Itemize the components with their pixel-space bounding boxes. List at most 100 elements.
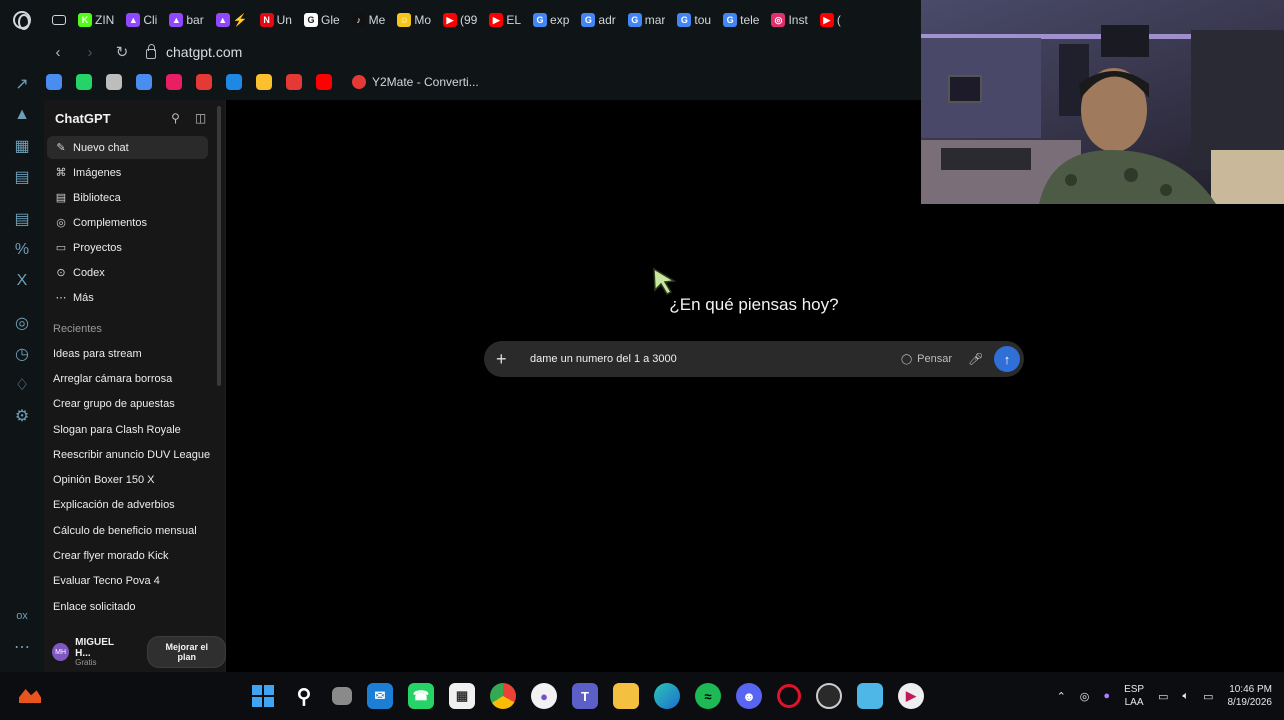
attach-plus-icon[interactable]: + [496, 349, 514, 370]
sidebar-nav-item[interactable]: ⊙ Codex [47, 261, 208, 284]
percent-icon[interactable]: % [12, 240, 32, 260]
obs-icon[interactable] [816, 683, 842, 709]
task-view-icon[interactable] [332, 687, 352, 705]
stats-icon[interactable]: ▤ [12, 167, 32, 187]
user-block[interactable]: MIGUEL H... Gratis [75, 637, 129, 668]
recent-chat-item[interactable]: Cálculo de beneficio mensual [44, 518, 225, 543]
bookmark-icon[interactable] [316, 74, 332, 90]
chevron-up-icon[interactable]: ⌃ [1057, 690, 1066, 703]
browser-tab[interactable]: ♪ Me [346, 7, 392, 33]
bookmark-icon[interactable] [256, 74, 272, 90]
prompt-input[interactable]: dame un numero del 1 a 3000 [530, 353, 901, 365]
history-icon[interactable]: ◷ [12, 344, 32, 364]
discord-icon[interactable]: ☻ [736, 683, 762, 709]
tab-workspace[interactable] [46, 7, 72, 33]
recent-chat-item[interactable]: Slogan para Clash Royale [44, 417, 225, 442]
browser-tab[interactable]: ◎ Inst [765, 7, 813, 33]
volume-icon[interactable]: 🔈︎ [1182, 690, 1189, 703]
sidebar-nav-item[interactable]: ◎ Complementos [47, 211, 208, 234]
opera-logo-icon[interactable] [8, 6, 36, 34]
teams-icon[interactable]: T [572, 683, 598, 709]
mail-icon[interactable]: ✉ [367, 683, 393, 709]
recent-chat-item[interactable]: Enlace solicitado [44, 594, 225, 619]
ox-icon[interactable]: ox [12, 606, 32, 626]
recent-chat-item[interactable]: Explicación de adverbios [44, 493, 225, 518]
browser-tab[interactable]: ☺ Mo [391, 7, 437, 33]
bookmark-icon[interactable] [226, 74, 242, 90]
sidebar-nav-item[interactable]: ✎ Nuevo chat [47, 136, 208, 159]
chrome-icon[interactable] [490, 683, 516, 709]
notepad-icon[interactable] [857, 683, 883, 709]
extensions-icon[interactable]: ♢ [12, 375, 32, 395]
think-button[interactable]: ◯ Pensar [901, 353, 952, 365]
bookmark-icon[interactable] [76, 74, 92, 90]
recent-chat-item[interactable]: Crear grupo de apuestas [44, 392, 225, 417]
browser-tab[interactable]: Gtou [671, 7, 717, 33]
recent-chat-item[interactable]: Reescribir anuncio DUV League [44, 442, 225, 467]
composer[interactable]: + dame un numero del 1 a 3000 ◯ Pensar 🎤… [484, 341, 1024, 377]
edge-icon[interactable] [654, 683, 680, 709]
player-icon[interactable]: ◎ [12, 313, 32, 333]
browser-tab[interactable]: N Un [254, 7, 298, 33]
start-windows-icon[interactable] [250, 683, 276, 709]
bookmark-icon[interactable] [136, 74, 152, 90]
upgrade-plan-button[interactable]: Mejorar el plan [147, 636, 226, 668]
sidebar-nav-item[interactable]: ⋯ Más [47, 286, 208, 309]
file-explorer-icon[interactable] [613, 683, 639, 709]
url-field[interactable]: chatgpt.com [146, 44, 242, 60]
recent-chat-item[interactable]: Opinión Boxer 150 X [44, 467, 225, 492]
browser-tab[interactable]: ▶ (99 [437, 7, 483, 33]
microphone-tray-icon[interactable]: ● [1103, 690, 1110, 702]
browser-tab[interactable]: Gtele [717, 7, 765, 33]
recent-chat-item[interactable]: Crear flyer morado Kick [44, 543, 225, 568]
microphone-icon[interactable]: 🎤︎ [968, 352, 983, 366]
browser-tab[interactable]: K ZIN [72, 7, 120, 33]
bookmark-icon[interactable] [46, 74, 62, 90]
sidebar-scrollbar[interactable] [217, 106, 221, 386]
browser-tab[interactable]: ▲ ⚡ [210, 7, 254, 33]
opera-taskbar-icon[interactable] [777, 684, 801, 708]
battery-icon[interactable]: ▭ [1203, 690, 1213, 703]
twitch-icon[interactable]: ▤ [12, 209, 32, 229]
browser-tab[interactable]: Gmar [622, 7, 672, 33]
whatsapp-icon[interactable]: ☎ [408, 683, 434, 709]
display-icon[interactable]: ▭ [1158, 690, 1168, 703]
sidebar-nav-item[interactable]: ⌘ Imágenes [47, 161, 208, 184]
clock[interactable]: 10:46 PM 8/19/2026 [1228, 683, 1273, 710]
aria-icon[interactable]: ↗ [12, 74, 32, 94]
bookmark-icon[interactable] [106, 74, 122, 90]
browser-tab[interactable]: ▲ bar [163, 7, 209, 33]
spotify-icon[interactable]: ≈ [695, 683, 721, 709]
sidebar-nav-item[interactable]: ▤ Biblioteca [47, 186, 208, 209]
workspaces-icon[interactable]: ▲ [12, 105, 32, 125]
send-button[interactable]: ↑ [994, 346, 1020, 372]
pinboard-icon[interactable]: ▦ [12, 136, 32, 156]
browser-tab[interactable]: Gadr [575, 7, 621, 33]
browser-tab[interactable]: Gexp [527, 7, 575, 33]
sidebar-nav-item[interactable]: ▭ Proyectos [47, 236, 208, 259]
search-taskbar-icon[interactable]: ⚲ [291, 683, 317, 709]
taskbar-widget[interactable] [0, 689, 60, 703]
store-icon[interactable]: ▦ [449, 683, 475, 709]
browser-tab[interactable]: ▲ Cli [120, 7, 163, 33]
recent-chat-item[interactable]: Evaluar Tecno Pova 4 [44, 569, 225, 594]
media-player-icon[interactable]: ▶ [898, 683, 924, 709]
search-icon[interactable]: ⚲ [169, 111, 182, 125]
more-dots-icon[interactable]: ⋯ [12, 637, 32, 657]
brave-icon[interactable]: ● [531, 683, 557, 709]
recent-chat-item[interactable]: Arreglar cámara borrosa [44, 366, 225, 391]
bookmark-icon[interactable] [286, 74, 302, 90]
bookmark-icon[interactable] [196, 74, 212, 90]
avatar[interactable]: MH [52, 643, 70, 661]
collapse-sidebar-icon[interactable]: ◫ [194, 111, 207, 125]
language-indicator[interactable]: ESP LAA [1124, 683, 1144, 709]
x-icon[interactable]: X [12, 271, 32, 291]
browser-tab[interactable]: G Gle [298, 7, 346, 33]
bookmark-y2mate[interactable]: Y2Mate - Converti... [352, 75, 479, 89]
settings-gear-icon[interactable]: ⚙ [12, 406, 32, 426]
bookmark-icon[interactable] [166, 74, 182, 90]
back-button[interactable]: ‹ [50, 44, 66, 61]
browser-tab[interactable]: ▶ EL [483, 7, 527, 33]
browser-tab[interactable]: ▶( [814, 7, 847, 33]
forward-button[interactable]: › [82, 44, 98, 61]
